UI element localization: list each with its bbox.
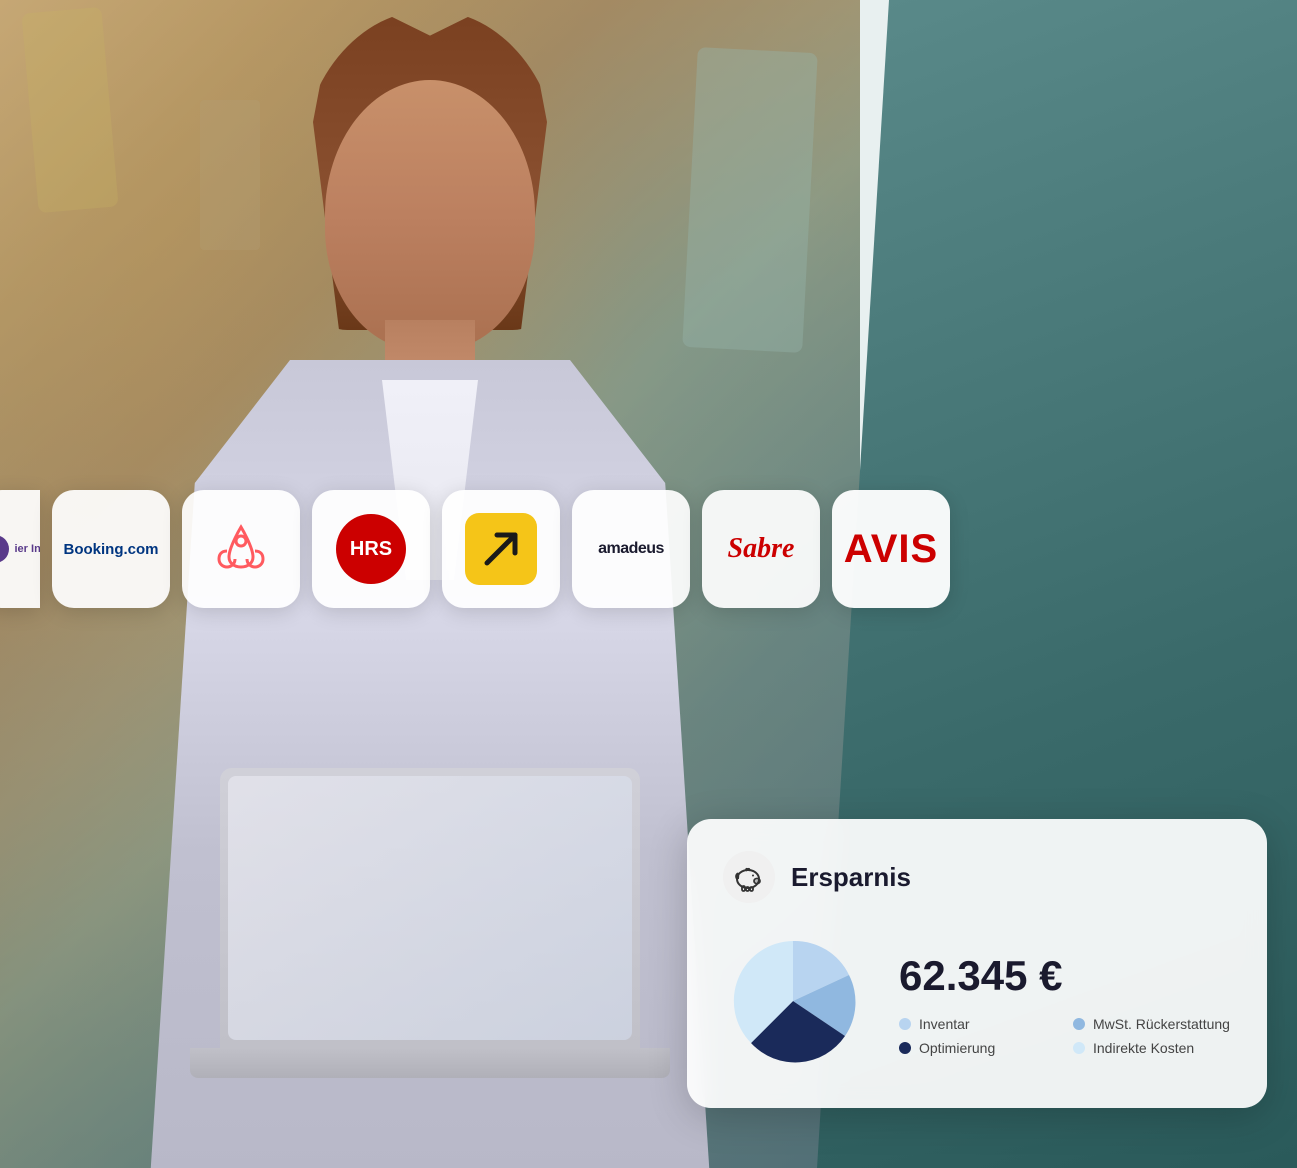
- laptop-screen-inner: [228, 776, 632, 1040]
- partial-logo-text: ier Inn: [15, 543, 41, 555]
- savings-card: Ersparnis 62.345 € Inventar: [687, 819, 1267, 1108]
- savings-card-header: Ersparnis: [723, 851, 1231, 903]
- logo-card-amadeus: amadeus: [572, 490, 690, 608]
- logo-card-hrs: HRS: [312, 490, 430, 608]
- savings-content: 62.345 € Inventar MwSt. Rückerstattung O…: [723, 931, 1231, 1076]
- logo-strip: P ier Inn Booking.com HRS: [0, 490, 1030, 608]
- legend-label-inventar: Inventar: [919, 1016, 970, 1032]
- pie-chart: [723, 931, 863, 1076]
- savings-title: Ersparnis: [791, 862, 911, 893]
- laptop-base: [190, 1048, 670, 1078]
- amadeus-logo-wrap: amadeus: [598, 540, 664, 558]
- travelperk-icon-bg: [465, 513, 537, 585]
- laptop-screen: [220, 768, 640, 1048]
- piggy-bank-icon: [733, 861, 765, 893]
- legend-item-mwst: MwSt. Rückerstattung: [1073, 1016, 1231, 1032]
- legend-dot-optimierung: [899, 1042, 911, 1054]
- person-face: [325, 80, 535, 350]
- pie-chart-svg: [723, 931, 863, 1071]
- legend-item-inventar: Inventar: [899, 1016, 1057, 1032]
- bg-element-2: [682, 47, 818, 353]
- legend-dot-mwst: [1073, 1018, 1085, 1030]
- legend-dot-indirekte: [1073, 1042, 1085, 1054]
- legend-item-optimierung: Optimierung: [899, 1040, 1057, 1056]
- savings-right-panel: 62.345 € Inventar MwSt. Rückerstattung O…: [899, 952, 1231, 1056]
- logo-card-booking: Booking.com: [52, 490, 170, 608]
- logo-card-travelperk: [442, 490, 560, 608]
- sabre-logo-text: Sabre: [728, 533, 795, 564]
- airbnb-icon: [211, 519, 271, 579]
- avis-logo-wrap: AVIS: [844, 527, 938, 572]
- legend-grid: Inventar MwSt. Rückerstattung Optimierun…: [899, 1016, 1231, 1056]
- legend-item-indirekte: Indirekte Kosten: [1073, 1040, 1231, 1056]
- legend-label-indirekte: Indirekte Kosten: [1093, 1040, 1194, 1056]
- booking-logo-text: Booking.com: [63, 541, 158, 558]
- amadeus-logo-text: amadeus: [598, 540, 664, 557]
- savings-amount: 62.345 €: [899, 952, 1231, 1000]
- hrs-logo-text: HRS: [336, 514, 406, 584]
- logo-card-airbnb: [182, 490, 300, 608]
- logo-card-sabre: Sabre: [702, 490, 820, 608]
- legend-dot-inventar: [899, 1018, 911, 1030]
- piggy-bank-icon-wrap: [723, 851, 775, 903]
- avis-logo-text: AVIS: [844, 527, 938, 571]
- legend-label-mwst: MwSt. Rückerstattung: [1093, 1016, 1230, 1032]
- travelperk-arrow-icon: [479, 527, 523, 571]
- logo-card-partial: P ier Inn: [0, 490, 40, 608]
- sabre-logo-wrap: Sabre: [728, 533, 795, 565]
- logo-card-avis: AVIS: [832, 490, 950, 608]
- bg-element-3: [200, 100, 260, 250]
- legend-label-optimierung: Optimierung: [919, 1040, 995, 1056]
